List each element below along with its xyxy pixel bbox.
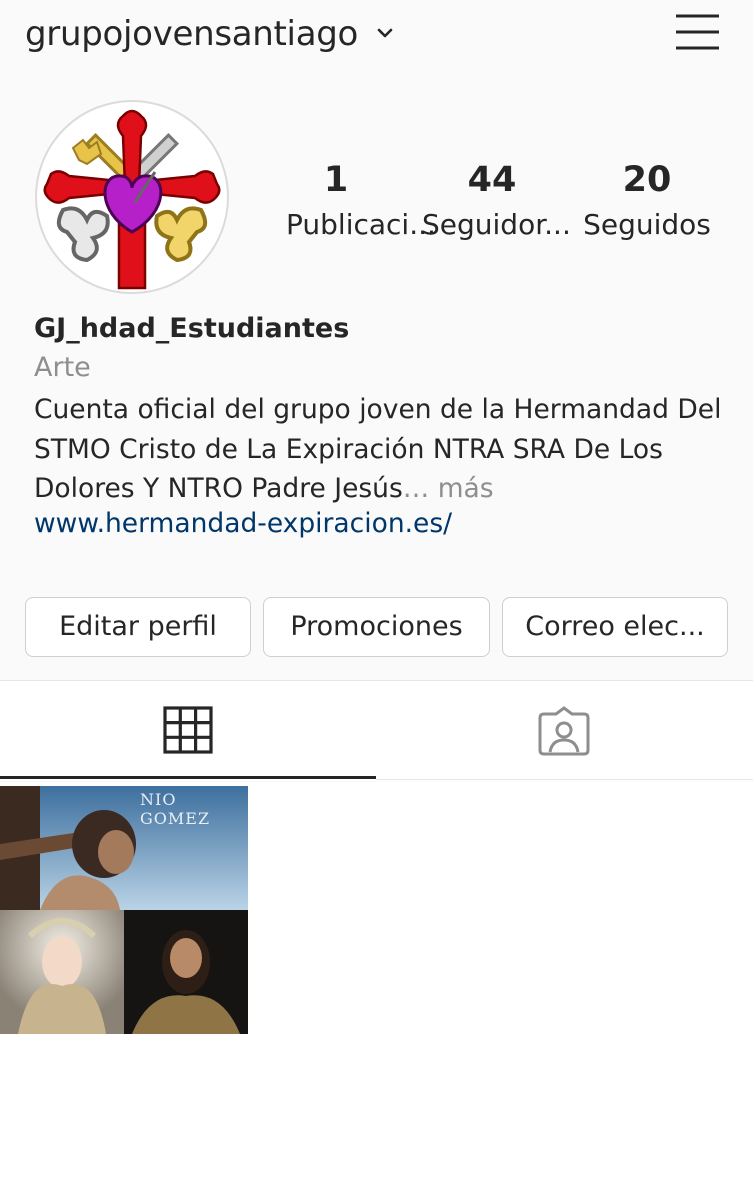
cross-emblem-icon xyxy=(43,109,221,290)
post-thumbnail[interactable]: NIO GOMEZ xyxy=(0,786,248,1034)
profile-bio: Cuenta oficial del grupo joven de la Her… xyxy=(34,390,724,509)
followers-label: Seguidor... xyxy=(422,208,571,241)
tabs-bottom-border xyxy=(376,779,753,780)
thumbnail-watermark: NIO GOMEZ xyxy=(140,790,211,828)
menu-icon[interactable] xyxy=(672,12,722,54)
account-username[interactable]: grupojovensantiago xyxy=(25,14,358,54)
following-count: 20 xyxy=(622,160,672,200)
promotions-button[interactable]: Promociones xyxy=(263,597,490,657)
edit-profile-button[interactable]: Editar perfil xyxy=(25,597,251,657)
bio-more-link[interactable]: más xyxy=(438,473,494,504)
email-button[interactable]: Correo elec... xyxy=(502,597,728,657)
following-label: Seguidos xyxy=(583,208,711,241)
bio-ellipsis: … xyxy=(402,473,438,504)
posts-count: 1 xyxy=(323,160,349,200)
top-bar: grupojovensantiago xyxy=(0,0,753,70)
followers-count: 44 xyxy=(467,160,517,200)
chevron-down-icon[interactable] xyxy=(376,26,394,40)
profile-avatar[interactable] xyxy=(35,100,229,294)
stat-following[interactable]: 20 Seguidos xyxy=(580,160,714,250)
stat-followers[interactable]: 44 Seguidor... xyxy=(422,160,571,250)
posts-label: Publicaci... xyxy=(286,208,436,241)
tagged-person-icon xyxy=(538,706,590,756)
stat-posts[interactable]: 1 Publicaci... xyxy=(286,160,436,250)
tab-tagged[interactable] xyxy=(376,681,753,779)
active-tab-indicator xyxy=(0,776,376,779)
grid-icon xyxy=(163,706,213,754)
profile-website-link[interactable]: www.hermandad-expiracion.es/ xyxy=(34,508,452,539)
profile-name: GJ_hdad_Estudiantes xyxy=(34,313,350,344)
bio-text: Cuenta oficial del grupo joven de la Her… xyxy=(34,394,722,504)
profile-tabs xyxy=(0,681,753,781)
profile-category: Arte xyxy=(34,352,91,383)
tab-grid[interactable] xyxy=(0,681,376,779)
